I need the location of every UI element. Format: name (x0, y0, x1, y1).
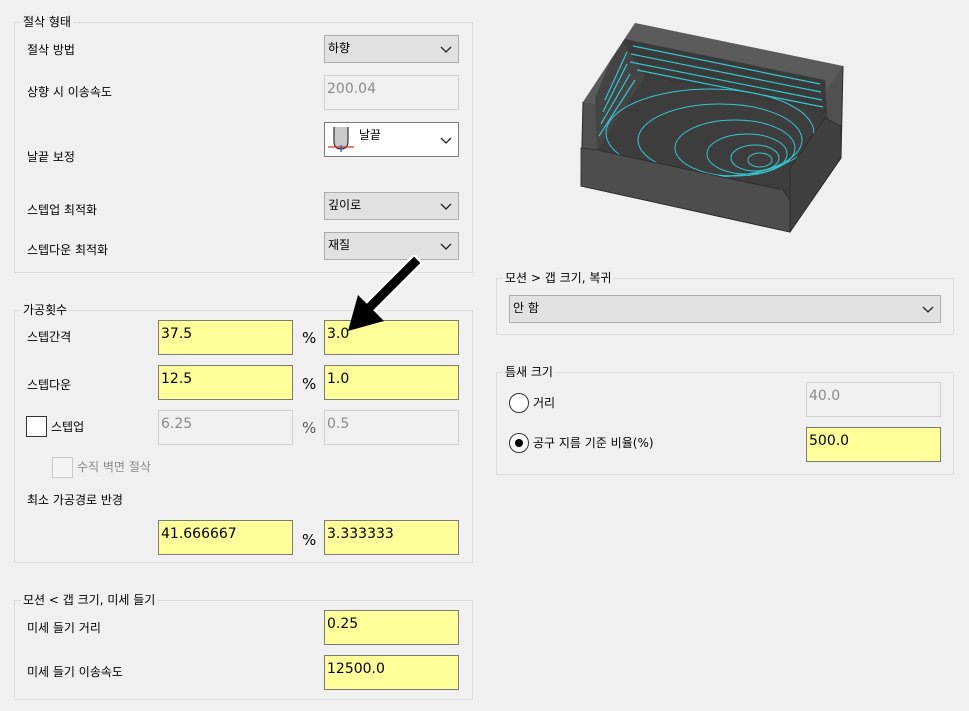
min-radius-percent-field[interactable]: 41.666667 (158, 520, 293, 555)
percent-symbol: % (302, 531, 317, 549)
stepup-value: 0.5 (327, 416, 350, 432)
tool-ratio-value: 500.0 (809, 433, 850, 449)
gap-size-group-title: 틈새 크기 (503, 365, 555, 379)
cut-method-dropdown[interactable]: 하향 (324, 35, 459, 63)
motion-return-value: 안 함 (513, 301, 539, 315)
stepup-percent-field: 6.25 (158, 410, 293, 445)
distance-field: 40.0 (806, 382, 941, 417)
stepdown-value: 1.0 (327, 371, 350, 387)
chevron-down-icon (440, 137, 452, 144)
stepdown-percent-field[interactable]: 12.5 (158, 365, 293, 400)
chevron-down-icon (440, 203, 452, 210)
min-radius-value-field[interactable]: 3.333333 (324, 520, 459, 555)
tool-ratio-radio[interactable] (509, 433, 529, 453)
stepdown-opt-label: 스텝다운 최적화 (27, 243, 109, 257)
pointer-arrow-icon (348, 255, 424, 331)
cut-method-value: 하향 (328, 41, 351, 55)
stepup-opt-label: 스텝업 최적화 (27, 203, 98, 217)
distance-radio[interactable] (509, 393, 529, 413)
chevron-down-icon (440, 243, 452, 250)
vertical-wall-checkbox (52, 457, 73, 478)
part-preview-image (575, 18, 850, 234)
tool-ratio-label: 공구 지름 기준 비율(%) (533, 436, 654, 450)
lift-distance-label: 미세 들기 거리 (27, 621, 101, 635)
lift-distance-field[interactable]: 0.25 (324, 610, 459, 645)
stepup-percent-value: 6.25 (161, 416, 193, 432)
vertical-wall-label: 수직 벽면 절삭 (77, 460, 151, 474)
lift-feedrate-label: 미세 들기 이송속도 (27, 665, 123, 679)
percent-symbol: % (302, 375, 317, 393)
min-radius-value: 3.333333 (327, 526, 394, 542)
upward-feedrate-value: 200.04 (327, 81, 376, 97)
tip-compensation-value: 날끝 (359, 128, 382, 142)
motion-return-dropdown[interactable]: 안 함 (509, 295, 941, 323)
tip-compensation-dropdown[interactable]: 날끝 (324, 122, 459, 157)
motion-lift-group-title: 모션 < 갭 크기, 미세 들기 (21, 593, 158, 607)
stepup-value-field: 0.5 (324, 410, 459, 445)
upward-feedrate-label: 상향 시 이송속도 (27, 85, 112, 99)
upward-feedrate-field: 200.04 (324, 75, 459, 110)
stepover-percent-field[interactable]: 37.5 (158, 320, 293, 355)
stepover-percent-value: 37.5 (161, 326, 193, 342)
stepdown-percent-value: 12.5 (161, 371, 193, 387)
motion-return-group-title: 모션 > 갭 크기, 복귀 (503, 271, 614, 285)
tip-compensation-label: 날끝 보정 (27, 150, 75, 164)
stepup-label: 스텝업 (51, 420, 85, 434)
stepup-checkbox[interactable] (26, 416, 47, 437)
min-radius-label: 최소 가공경로 반경 (27, 493, 123, 507)
cut-method-label: 절삭 방법 (27, 43, 75, 57)
percent-symbol: % (302, 419, 317, 437)
chevron-down-icon (922, 306, 934, 313)
lift-feedrate-value: 12500.0 (327, 661, 385, 677)
passes-group-title: 가공횟수 (21, 303, 70, 317)
radio-selected-dot (515, 439, 523, 447)
tool-ratio-field[interactable]: 500.0 (806, 427, 941, 462)
distance-value: 40.0 (809, 388, 841, 404)
cut-form-group-title: 절삭 형태 (21, 15, 73, 29)
tip-tool-icon (327, 125, 355, 153)
stepdown-label: 스텝다운 (27, 378, 72, 392)
chevron-down-icon (440, 46, 452, 53)
stepdown-value-field[interactable]: 1.0 (324, 365, 459, 400)
min-radius-percent-value: 41.666667 (161, 526, 237, 542)
distance-label: 거리 (533, 396, 556, 410)
lift-distance-value: 0.25 (327, 616, 359, 632)
stepdown-opt-value: 재질 (328, 238, 351, 252)
stepover-label: 스텝간격 (27, 330, 72, 344)
stepup-opt-value: 깊이로 (328, 198, 362, 212)
stepup-opt-dropdown[interactable]: 깊이로 (324, 192, 459, 220)
lift-feedrate-field[interactable]: 12500.0 (324, 655, 459, 690)
percent-symbol: % (302, 329, 317, 347)
